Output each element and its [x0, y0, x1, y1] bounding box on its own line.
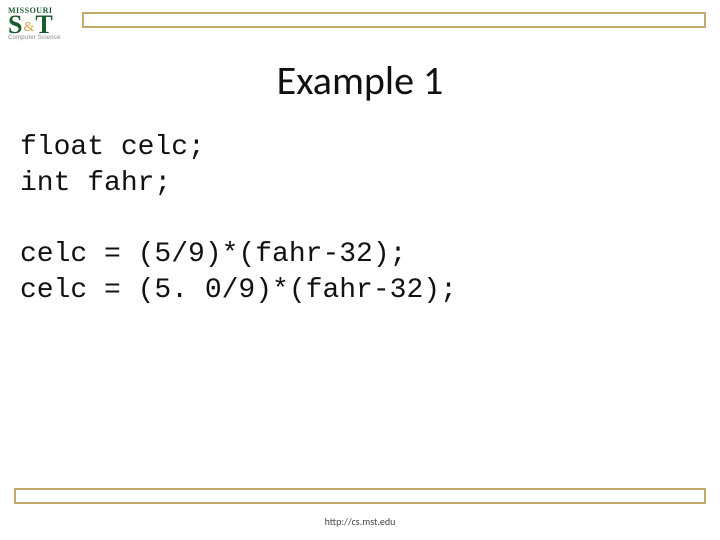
footer-url: http://cs.mst.edu	[0, 515, 720, 528]
code-example: float celc; int fahr; celc = (5/9)*(fahr…	[20, 130, 700, 309]
logo-mid: S & T	[8, 15, 76, 36]
code-line: int fahr;	[20, 168, 171, 199]
logo-ampersand: &	[23, 22, 34, 33]
code-line: celc = (5/9)*(fahr-32);	[20, 239, 406, 270]
logo-subtitle: Computer Science	[8, 35, 76, 41]
slide-title: Example 1	[0, 56, 720, 105]
logo-letter-t: T	[35, 15, 52, 36]
logo-letter-s: S	[8, 15, 22, 36]
footer-divider-bar	[14, 488, 706, 504]
code-line: float celc;	[20, 132, 205, 163]
university-logo: MISSOURI S & T Computer Science	[8, 6, 76, 48]
header-divider-bar	[82, 12, 706, 28]
code-line: celc = (5. 0/9)*(fahr-32);	[20, 275, 457, 306]
